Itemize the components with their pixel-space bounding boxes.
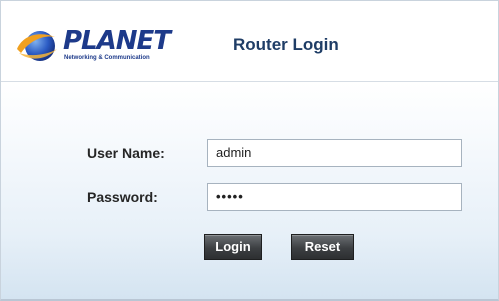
- login-panel: PLANET Networking & Communication Router…: [0, 0, 499, 301]
- page-title: Router Login: [233, 35, 339, 54]
- reset-button[interactable]: Reset: [291, 234, 354, 260]
- planet-globe-icon: [17, 31, 57, 61]
- login-form: User Name: admin Password: ••••• Login R…: [1, 82, 498, 299]
- password-label: Password:: [87, 189, 158, 205]
- planet-logo: PLANET Networking & Communication: [15, 27, 171, 67]
- password-input[interactable]: •••••: [207, 183, 462, 211]
- login-button[interactable]: Login: [204, 234, 262, 260]
- header-bar: PLANET Networking & Communication Router…: [1, 1, 498, 82]
- username-label: User Name:: [87, 145, 165, 161]
- brand-name: PLANET: [63, 26, 171, 56]
- username-input[interactable]: admin: [207, 139, 462, 167]
- brand-tagline: Networking & Communication: [64, 55, 150, 61]
